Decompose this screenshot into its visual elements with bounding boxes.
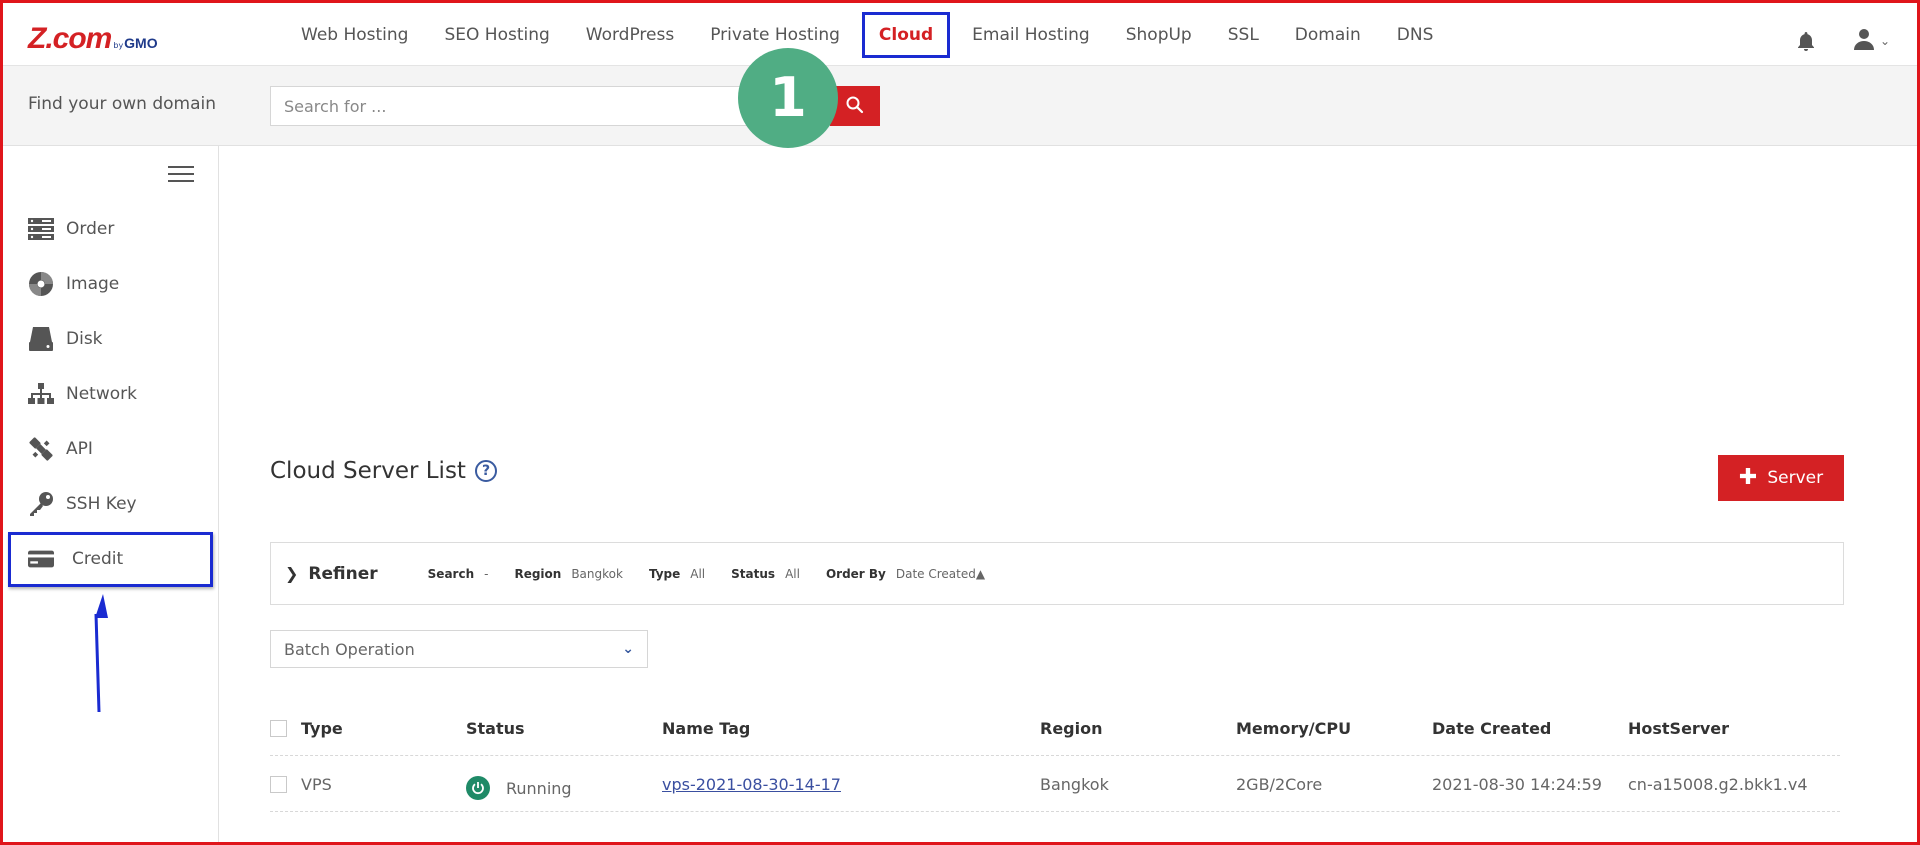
batch-operation-select[interactable]: Batch Operation ⌄ [270,630,648,668]
nav-shopup[interactable]: ShopUp [1108,12,1210,58]
header-type[interactable]: Type [301,700,343,756]
header-memory-cpu[interactable]: Memory/CPU [1236,700,1351,756]
user-menu[interactable]: ⌄ [1852,28,1896,54]
server-name-link[interactable]: vps-2021-08-30-14-17 [662,775,841,794]
nav-domain[interactable]: Domain [1277,12,1379,58]
sidebar-item-network[interactable]: Network [28,374,208,414]
chevron-right-icon: ❯ [285,564,299,583]
brand-by: by [113,41,124,50]
filter-type-value: All [690,566,706,581]
filter-orderby-key: Order By [825,566,886,581]
server-icon [28,216,54,242]
row-date-created: 2021-08-30 14:24:59 [1432,774,1602,794]
find-domain-label: Find your own domain [28,94,217,114]
row-host-server: cn-a15008.g2.bkk1.v4 [1628,774,1808,794]
row-status-label: Running [506,778,572,798]
user-icon [1852,27,1876,55]
server-table: Type Status Name Tag Region Memory/CPU D… [270,700,1840,812]
row-type: VPS [301,774,332,794]
filter-search-value: - [484,566,489,581]
bell-icon[interactable] [1794,30,1818,54]
table-header-row: Type Status Name Tag Region Memory/CPU D… [270,700,1840,756]
add-server-button[interactable]: ✚ Server [1718,455,1844,501]
network-icon [28,381,54,407]
filter-type-key: Type [648,566,681,581]
sidebar-item-label: SSH Key [66,494,137,514]
row-memory-cpu: 2GB/2Core [1236,774,1323,794]
top-navigation: Z.com by GMO Web Hosting SEO Hosting Wor… [0,0,1920,66]
chevron-down-icon: ⌄ [622,641,634,657]
header-region[interactable]: Region [1040,700,1103,756]
sidebar-item-order[interactable]: Order [28,209,208,249]
page-title: Cloud Server List [270,458,466,484]
disk-icon [28,326,54,352]
filter-status-value: All [785,566,800,581]
step-number-badge: 1 [738,48,838,148]
filter-orderby-value: Date Created▲ [895,566,986,581]
sidebar-item-label: Disk [66,329,103,349]
sidebar-item-credit[interactable]: Credit [28,539,208,579]
sidebar-item-label: API [66,439,93,459]
batch-operation-label: Batch Operation [284,639,415,659]
nav-dns[interactable]: DNS [1379,12,1452,58]
nav-seo-hosting[interactable]: SEO Hosting [426,12,567,58]
refiner-title[interactable]: Refiner [308,564,377,584]
brand-name: Z.com [28,22,112,55]
key-icon [28,491,54,517]
header-status[interactable]: Status [466,700,525,756]
row-status: Running [466,760,572,816]
plus-icon: ✚ [1738,465,1758,490]
brand-logo[interactable]: Z.com by GMO [28,22,158,55]
sidebar-item-image[interactable]: Image [28,264,208,304]
sidebar-item-label: Order [66,219,115,239]
refiner-panel[interactable]: ❯ Refiner Search - Region Bangkok Type A… [270,542,1844,605]
search-icon [845,95,865,118]
api-icon [28,436,54,462]
nav-cloud[interactable]: Cloud [861,12,951,58]
header-date-created[interactable]: Date Created [1432,700,1551,756]
filter-status-key: Status [731,566,776,581]
sidebar-item-api[interactable]: API [28,429,208,469]
nav-ssl[interactable]: SSL [1210,12,1277,58]
row-checkbox[interactable] [270,775,287,793]
header-name-tag[interactable]: Name Tag [662,700,750,756]
credit-card-icon [28,546,54,572]
select-all-checkbox[interactable] [270,719,287,737]
add-server-label: Server [1767,468,1824,488]
row-region: Bangkok [1040,774,1109,794]
nav-web-hosting[interactable]: Web Hosting [283,12,426,58]
main-menu: Web Hosting SEO Hosting WordPress Privat… [283,12,1451,58]
filter-search-key: Search [427,566,475,581]
help-icon[interactable]: ? [475,460,497,482]
sidebar-item-label: Credit [72,549,124,569]
header-host-server[interactable]: HostServer [1628,700,1729,756]
sidebar-item-ssh-key[interactable]: SSH Key [28,484,208,524]
row-select-cell [270,756,287,812]
chevron-down-icon: ⌄ [1880,34,1891,48]
sidebar-item-label: Network [66,384,137,404]
filter-region-key: Region [514,566,562,581]
nav-wordpress[interactable]: WordPress [568,12,692,58]
domain-search-bar: Find your own domain [0,66,1920,146]
sidebar-item-label: Image [66,274,120,294]
row-name-tag: vps-2021-08-30-14-17 [662,756,841,812]
disc-icon [28,271,54,297]
arrow-up-icon [94,594,108,713]
power-icon [466,776,490,800]
nav-email-hosting[interactable]: Email Hosting [954,12,1108,58]
table-row[interactable]: VPS Running vps-2021-08-30-14-17 Bangkok… [270,756,1840,812]
filter-region-value: Bangkok [571,566,623,581]
select-all-cell [270,700,287,756]
hamburger-menu-icon[interactable] [168,166,194,186]
brand-sub: GMO [124,35,158,51]
sidebar-item-disk[interactable]: Disk [28,319,208,359]
sidebar: Order Image Disk Network API SSH Key Cre… [0,146,219,845]
